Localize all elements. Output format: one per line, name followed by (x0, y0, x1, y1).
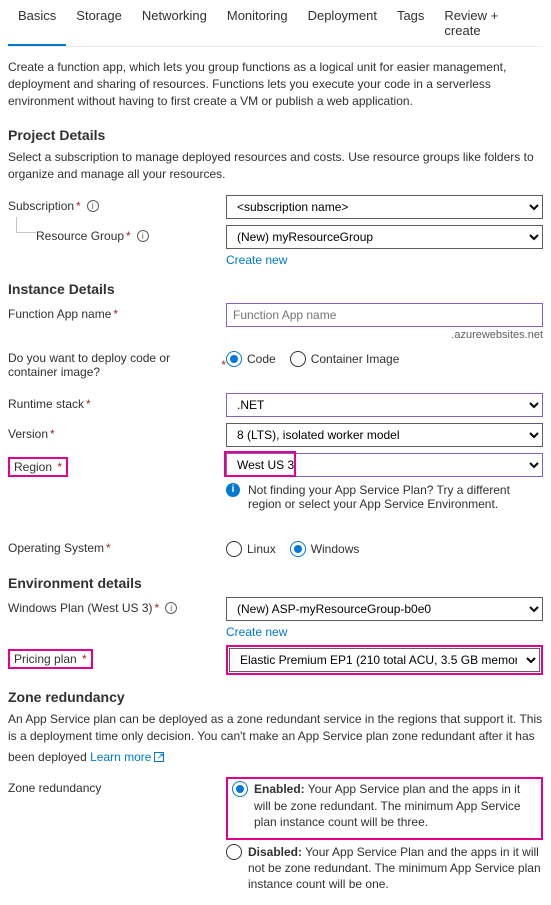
os-label: Operating System (8, 541, 104, 555)
info-icon[interactable]: i (137, 230, 149, 242)
plan-select[interactable]: (New) ASP-myResourceGroup-b0e0 (226, 597, 543, 621)
radio-icon (226, 844, 242, 860)
rg-label: Resource Group (36, 229, 124, 243)
project-desc: Select a subscription to manage deployed… (8, 149, 543, 183)
instance-heading: Instance Details (8, 281, 543, 297)
tabs: Basics Storage Networking Monitoring Dep… (8, 0, 543, 47)
intro-text: Create a function app, which lets you gr… (8, 59, 543, 109)
region-info: Not finding your App Service Plan? Try a… (248, 483, 543, 511)
pricing-select[interactable]: Elastic Premium EP1 (210 total ACU, 3.5 … (229, 648, 540, 672)
tab-review[interactable]: Review + create (434, 0, 543, 46)
tab-storage[interactable]: Storage (66, 0, 132, 46)
region-label: Region (14, 460, 52, 474)
radio-icon (290, 351, 306, 367)
tab-networking[interactable]: Networking (132, 0, 217, 46)
radio-icon (226, 541, 242, 557)
pricing-label: Pricing plan (14, 652, 77, 666)
subscription-select[interactable]: <subscription name> (226, 195, 543, 219)
radio-icon (290, 541, 306, 557)
version-label: Version (8, 427, 48, 441)
plan-label: Windows Plan (West US 3) (8, 601, 153, 615)
radio-icon (232, 781, 248, 797)
appname-label: Function App name (8, 307, 111, 321)
project-heading: Project Details (8, 127, 543, 143)
region-select[interactable]: West US 3 (226, 453, 543, 477)
learn-more-link[interactable]: Learn more (90, 749, 164, 766)
info-icon: i (226, 483, 240, 497)
deploy-label: Do you want to deploy code or container … (8, 351, 219, 379)
tab-tags[interactable]: Tags (387, 0, 434, 46)
info-icon[interactable]: i (165, 602, 177, 614)
subscription-label: Subscription (8, 199, 74, 213)
rg-select[interactable]: (New) myResourceGroup (226, 225, 543, 249)
radio-zone-enabled[interactable]: Enabled: Your App Service plan and the a… (232, 781, 537, 830)
appname-input[interactable] (226, 303, 543, 327)
runtime-select[interactable]: .NET (226, 393, 543, 417)
tab-monitoring[interactable]: Monitoring (217, 0, 298, 46)
radio-linux[interactable]: Linux (226, 541, 276, 557)
radio-container[interactable]: Container Image (290, 351, 400, 367)
runtime-label: Runtime stack (8, 397, 84, 411)
radio-icon (226, 351, 242, 367)
tab-basics[interactable]: Basics (8, 0, 66, 46)
radio-zone-disabled[interactable]: Disabled: Your App Service Plan and the … (226, 844, 543, 893)
zone-desc: An App Service plan can be deployed as a… (8, 711, 543, 765)
version-select[interactable]: 8 (LTS), isolated worker model (226, 423, 543, 447)
domain-hint: .azurewebsites.net (226, 329, 543, 341)
env-heading: Environment details (8, 575, 543, 591)
radio-windows[interactable]: Windows (290, 541, 360, 557)
info-icon[interactable]: i (87, 200, 99, 212)
zone-label: Zone redundancy (8, 781, 101, 795)
external-link-icon (154, 752, 164, 762)
tab-deployment[interactable]: Deployment (298, 0, 387, 46)
radio-code[interactable]: Code (226, 351, 276, 367)
create-new-link[interactable]: Create new (226, 625, 287, 639)
create-new-link[interactable]: Create new (226, 253, 287, 267)
zone-heading: Zone redundancy (8, 689, 543, 705)
